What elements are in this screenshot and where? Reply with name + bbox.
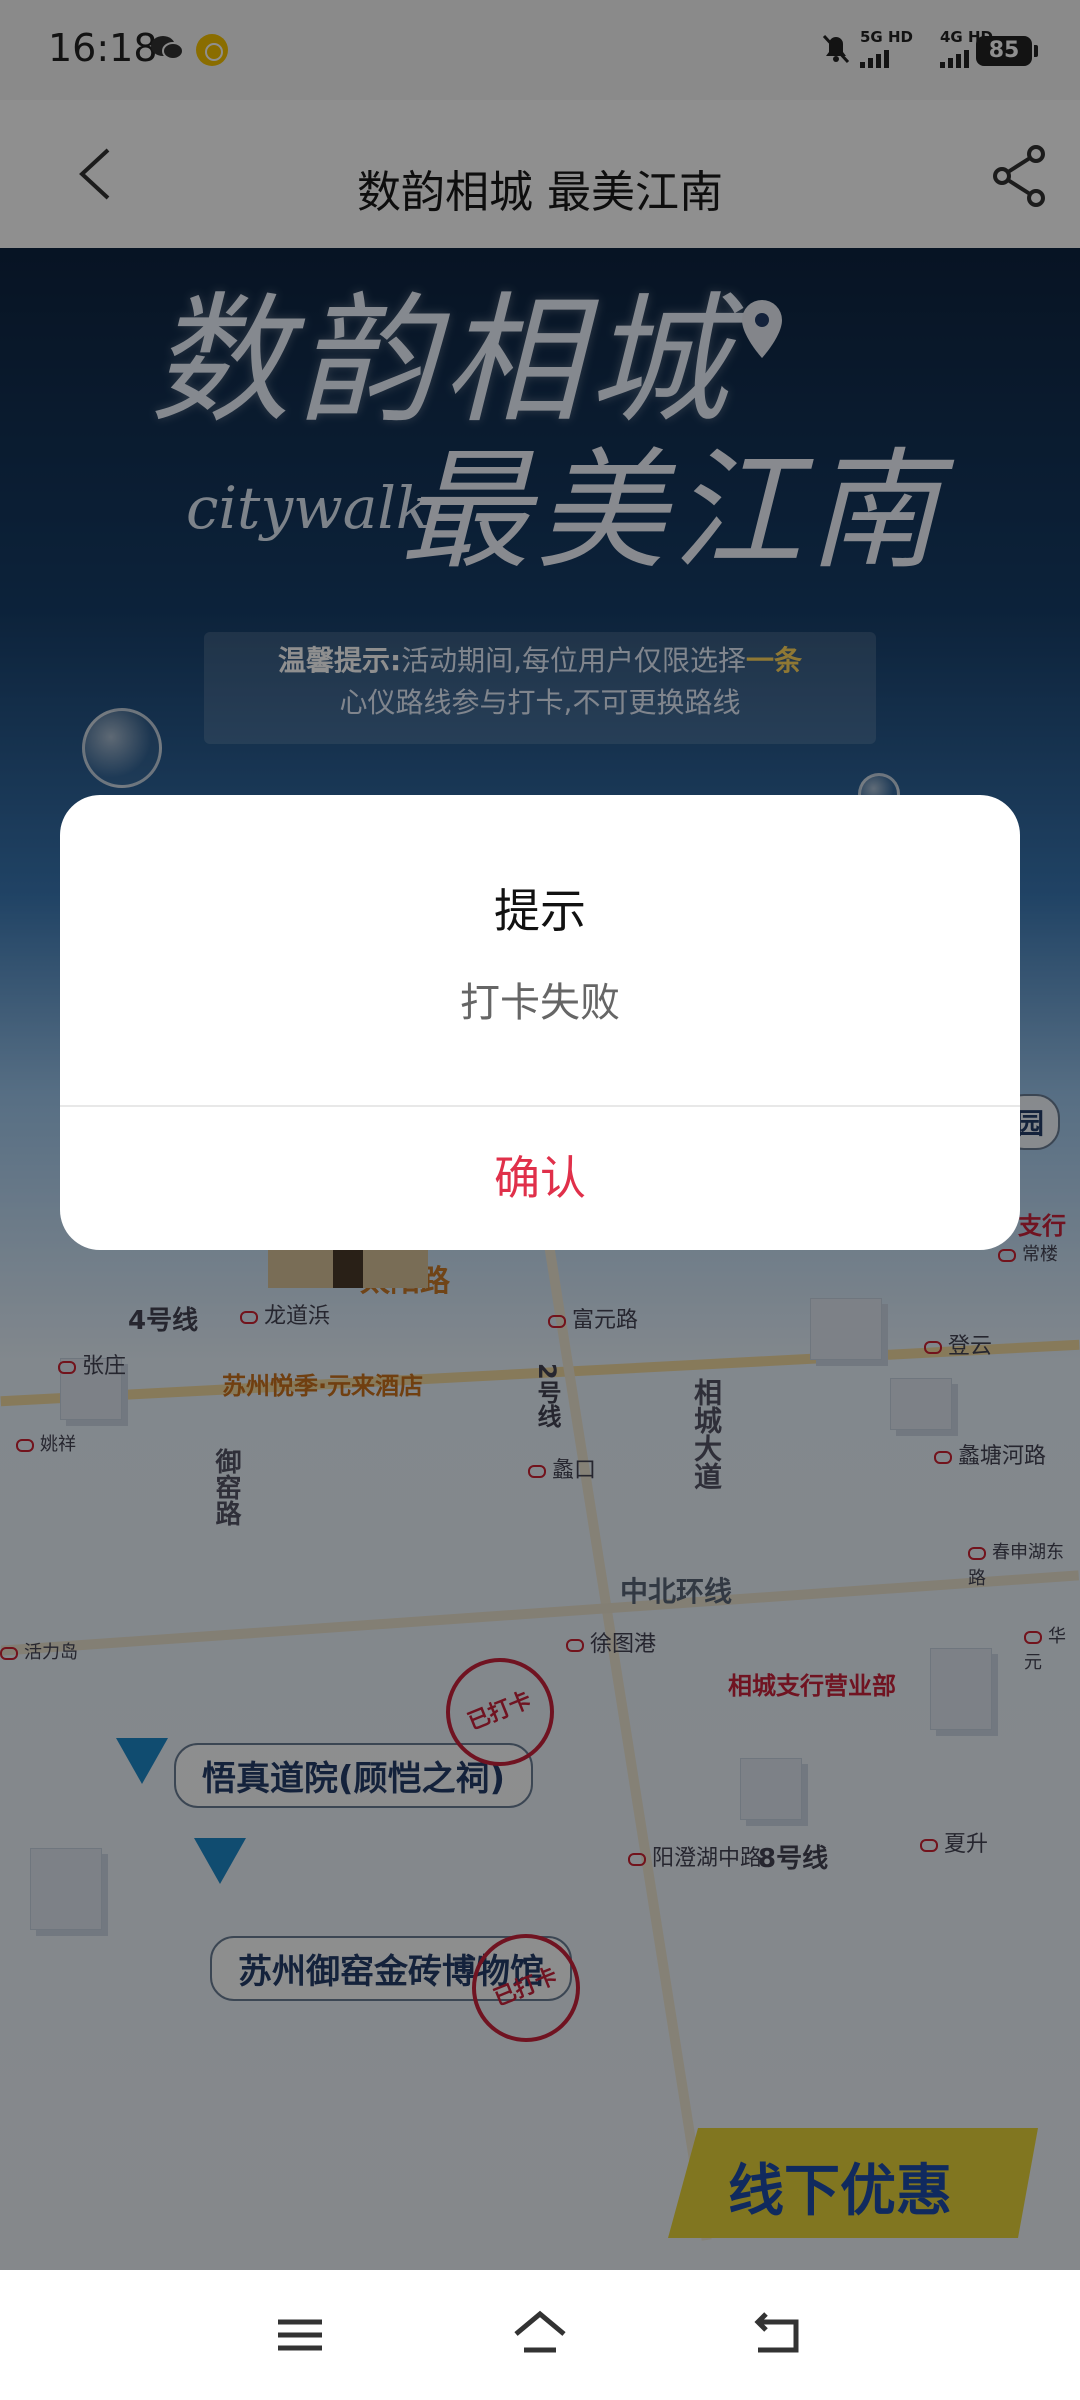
home-icon[interactable] bbox=[510, 2308, 570, 2362]
dialog-message: 打卡失败 bbox=[460, 980, 620, 1026]
confirm-button[interactable]: 确认 bbox=[60, 1107, 1020, 1250]
menu-icon[interactable] bbox=[270, 2308, 330, 2362]
alert-dialog: 提示 打卡失败 确认 bbox=[60, 795, 1020, 1250]
back-icon[interactable] bbox=[750, 2308, 810, 2362]
system-nav-bar bbox=[0, 2270, 1080, 2400]
dialog-title: 提示 bbox=[494, 884, 586, 938]
